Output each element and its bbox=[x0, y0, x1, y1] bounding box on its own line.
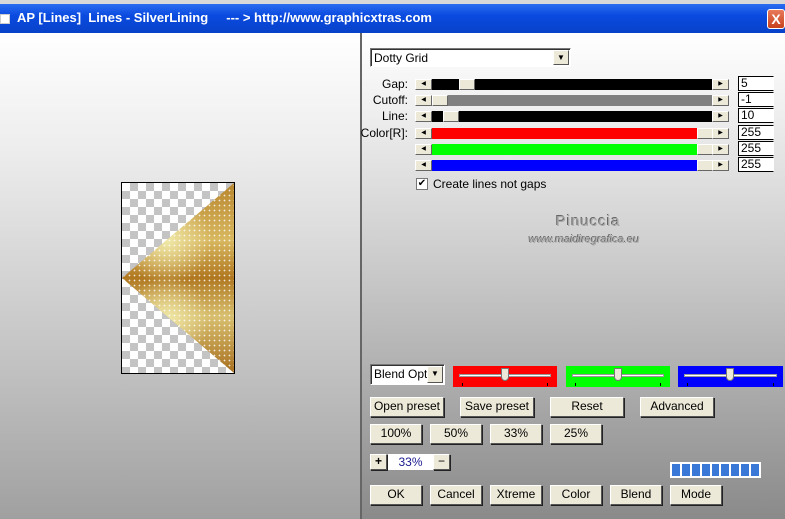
slider-track[interactable] bbox=[432, 160, 713, 171]
arrow-right-icon[interactable]: ▶ bbox=[712, 144, 729, 155]
arrow-right-icon[interactable]: ▶ bbox=[712, 160, 729, 171]
cancel-button[interactable]: Cancel bbox=[430, 485, 482, 505]
create-lines-checkbox[interactable]: ✔ bbox=[416, 178, 428, 190]
blend-color-slider[interactable] bbox=[566, 366, 670, 387]
open-preset-button[interactable]: Open preset bbox=[370, 397, 444, 417]
slider-5[interactable]: ◀ ▶ bbox=[415, 160, 729, 171]
progress-segment bbox=[672, 464, 680, 476]
progress-segment bbox=[751, 464, 760, 476]
blend-color-slider[interactable] bbox=[453, 366, 557, 387]
arrow-left-icon[interactable]: ◀ bbox=[415, 128, 432, 139]
advanced-button[interactable]: Advanced bbox=[640, 397, 714, 417]
arrow-right-icon[interactable]: ▶ bbox=[712, 95, 729, 106]
slider-track[interactable] bbox=[432, 144, 713, 155]
slider-4[interactable]: ◀ ▶ bbox=[415, 144, 729, 155]
progress-segment bbox=[701, 464, 710, 476]
progress-segment bbox=[721, 464, 730, 476]
ok-button[interactable]: OK bbox=[370, 485, 422, 505]
progress-segment bbox=[711, 464, 720, 476]
blend-button[interactable]: Blend bbox=[610, 485, 662, 505]
arrow-left-icon[interactable]: ◀ bbox=[415, 95, 432, 106]
slider-value-field[interactable]: -1 bbox=[738, 92, 774, 107]
chevron-down-icon[interactable]: ▼ bbox=[427, 366, 443, 383]
blend-color-slider[interactable] bbox=[678, 366, 783, 387]
mode-button[interactable]: Mode bbox=[670, 485, 722, 505]
slider-label: Cutoff: bbox=[372, 93, 408, 107]
slider-thumb[interactable] bbox=[614, 368, 622, 381]
slider-thumb[interactable] bbox=[442, 111, 459, 122]
preview-image bbox=[121, 182, 235, 374]
preset-dropdown-value: Dotty Grid bbox=[374, 51, 429, 65]
slider-value-field[interactable]: 255 bbox=[738, 157, 774, 172]
arrow-left-icon[interactable]: ◀ bbox=[415, 79, 432, 90]
slider-value-field[interactable]: 255 bbox=[738, 141, 774, 156]
progress-segment bbox=[741, 464, 750, 476]
zoom-out-button[interactable]: − bbox=[433, 454, 450, 470]
save-preset-button[interactable]: Save preset bbox=[460, 397, 534, 417]
slider-value-field[interactable]: 255 bbox=[738, 125, 774, 140]
chevron-down-icon[interactable]: ▼ bbox=[553, 50, 569, 65]
slider-label: Color[R]: bbox=[360, 126, 408, 140]
window-icon[interactable] bbox=[0, 14, 10, 24]
slider-thumb[interactable] bbox=[458, 79, 475, 90]
slider-track[interactable] bbox=[432, 128, 713, 139]
slider-thumb[interactable] bbox=[432, 95, 448, 106]
arrow-right-icon[interactable]: ▶ bbox=[712, 111, 729, 122]
33--button[interactable]: 33% bbox=[490, 424, 542, 444]
arrow-right-icon[interactable]: ▶ bbox=[712, 128, 729, 139]
progress-segment bbox=[691, 464, 700, 476]
slider-2[interactable]: ◀ ▶ bbox=[415, 111, 729, 122]
slider-label: Gap: bbox=[381, 77, 408, 91]
slider-label: Line: bbox=[381, 109, 408, 123]
slider-value-field[interactable]: 5 bbox=[738, 76, 774, 91]
blend-options-dropdown[interactable]: Blend Opti ▼ bbox=[370, 364, 445, 385]
watermark-name: Pinuccia bbox=[556, 213, 621, 230]
watermark-url: www.maidiregrafica.eu bbox=[529, 234, 640, 246]
progress-segment bbox=[681, 464, 690, 476]
progress-bar bbox=[670, 462, 761, 478]
check-icon: ✔ bbox=[417, 178, 427, 189]
slider-3[interactable]: ◀ ▶ bbox=[415, 128, 729, 139]
slider-thumb[interactable] bbox=[697, 144, 713, 155]
arrow-left-icon[interactable]: ◀ bbox=[415, 160, 432, 171]
title-bar: AP [Lines] Lines - SilverLining --- > ht… bbox=[0, 0, 785, 33]
create-lines-label: Create lines not gaps bbox=[433, 177, 547, 191]
25--button[interactable]: 25% bbox=[550, 424, 602, 444]
slider-track[interactable] bbox=[432, 111, 713, 122]
blend-options-value: Blend Opti bbox=[374, 367, 431, 381]
window-title: AP [Lines] Lines - SilverLining --- > ht… bbox=[17, 10, 432, 25]
arrow-right-icon[interactable]: ▶ bbox=[712, 79, 729, 90]
slider-thumb[interactable] bbox=[501, 368, 509, 381]
slider-value-field[interactable]: 10 bbox=[738, 108, 774, 123]
slider-0[interactable]: ◀ ▶ bbox=[415, 79, 729, 90]
slider-1[interactable]: ◀ ▶ bbox=[415, 95, 729, 106]
slider-thumb[interactable] bbox=[726, 368, 734, 381]
slider-thumb[interactable] bbox=[697, 160, 713, 171]
arrow-left-icon[interactable]: ◀ bbox=[415, 111, 432, 122]
slider-thumb[interactable] bbox=[697, 128, 713, 139]
progress-segment bbox=[731, 464, 740, 476]
color-button[interactable]: Color bbox=[550, 485, 602, 505]
slider-track[interactable] bbox=[432, 95, 713, 106]
preset-dropdown[interactable]: Dotty Grid ▼ bbox=[370, 48, 571, 67]
zoom-in-button[interactable]: + bbox=[370, 454, 387, 470]
zoom-level-field[interactable]: 33% bbox=[388, 454, 433, 470]
100--button[interactable]: 100% bbox=[370, 424, 422, 444]
xtreme-button[interactable]: Xtreme bbox=[490, 485, 542, 505]
close-button[interactable]: X bbox=[767, 9, 785, 29]
50--button[interactable]: 50% bbox=[430, 424, 482, 444]
reset-button[interactable]: Reset bbox=[550, 397, 624, 417]
arrow-left-icon[interactable]: ◀ bbox=[415, 144, 432, 155]
